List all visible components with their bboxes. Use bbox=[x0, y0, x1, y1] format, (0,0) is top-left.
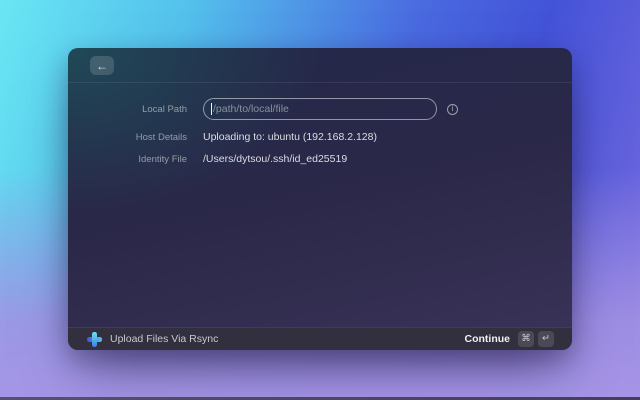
desktop-background: ← Local Path i Host Details bbox=[0, 0, 640, 400]
info-icon[interactable]: i bbox=[447, 104, 458, 115]
host-details-label: Host Details bbox=[68, 132, 187, 143]
identity-file-value: /Users/dytsou/.ssh/id_ed25519 bbox=[203, 153, 347, 165]
rsync-upload-window: ← Local Path i Host Details bbox=[68, 48, 572, 350]
window-header: ← bbox=[68, 48, 572, 83]
return-key-icon: ↵ bbox=[538, 331, 554, 347]
rsync-extension-icon bbox=[86, 331, 102, 347]
local-path-row: Local Path i bbox=[68, 98, 572, 120]
host-details-row: Host Details Uploading to: ubuntu (192.1… bbox=[68, 129, 572, 145]
back-arrow-icon: ← bbox=[96, 60, 108, 72]
identity-file-label: Identity File bbox=[68, 154, 187, 165]
back-button[interactable]: ← bbox=[90, 56, 114, 75]
command-key-icon: ⌘ bbox=[518, 331, 534, 347]
command-title: Upload Files Via Rsync bbox=[110, 333, 218, 345]
identity-file-row: Identity File /Users/dytsou/.ssh/id_ed25… bbox=[68, 151, 572, 167]
upload-form: Local Path i Host Details Uploading to: … bbox=[68, 83, 572, 167]
local-path-input[interactable] bbox=[203, 98, 437, 120]
text-caret bbox=[211, 103, 212, 115]
host-details-value: Uploading to: ubuntu (192.168.2.128) bbox=[203, 131, 377, 143]
action-bar: Upload Files Via Rsync Continue ⌘ ↵ bbox=[68, 327, 572, 350]
continue-button[interactable]: Continue bbox=[465, 333, 511, 345]
local-path-label: Local Path bbox=[68, 104, 187, 115]
